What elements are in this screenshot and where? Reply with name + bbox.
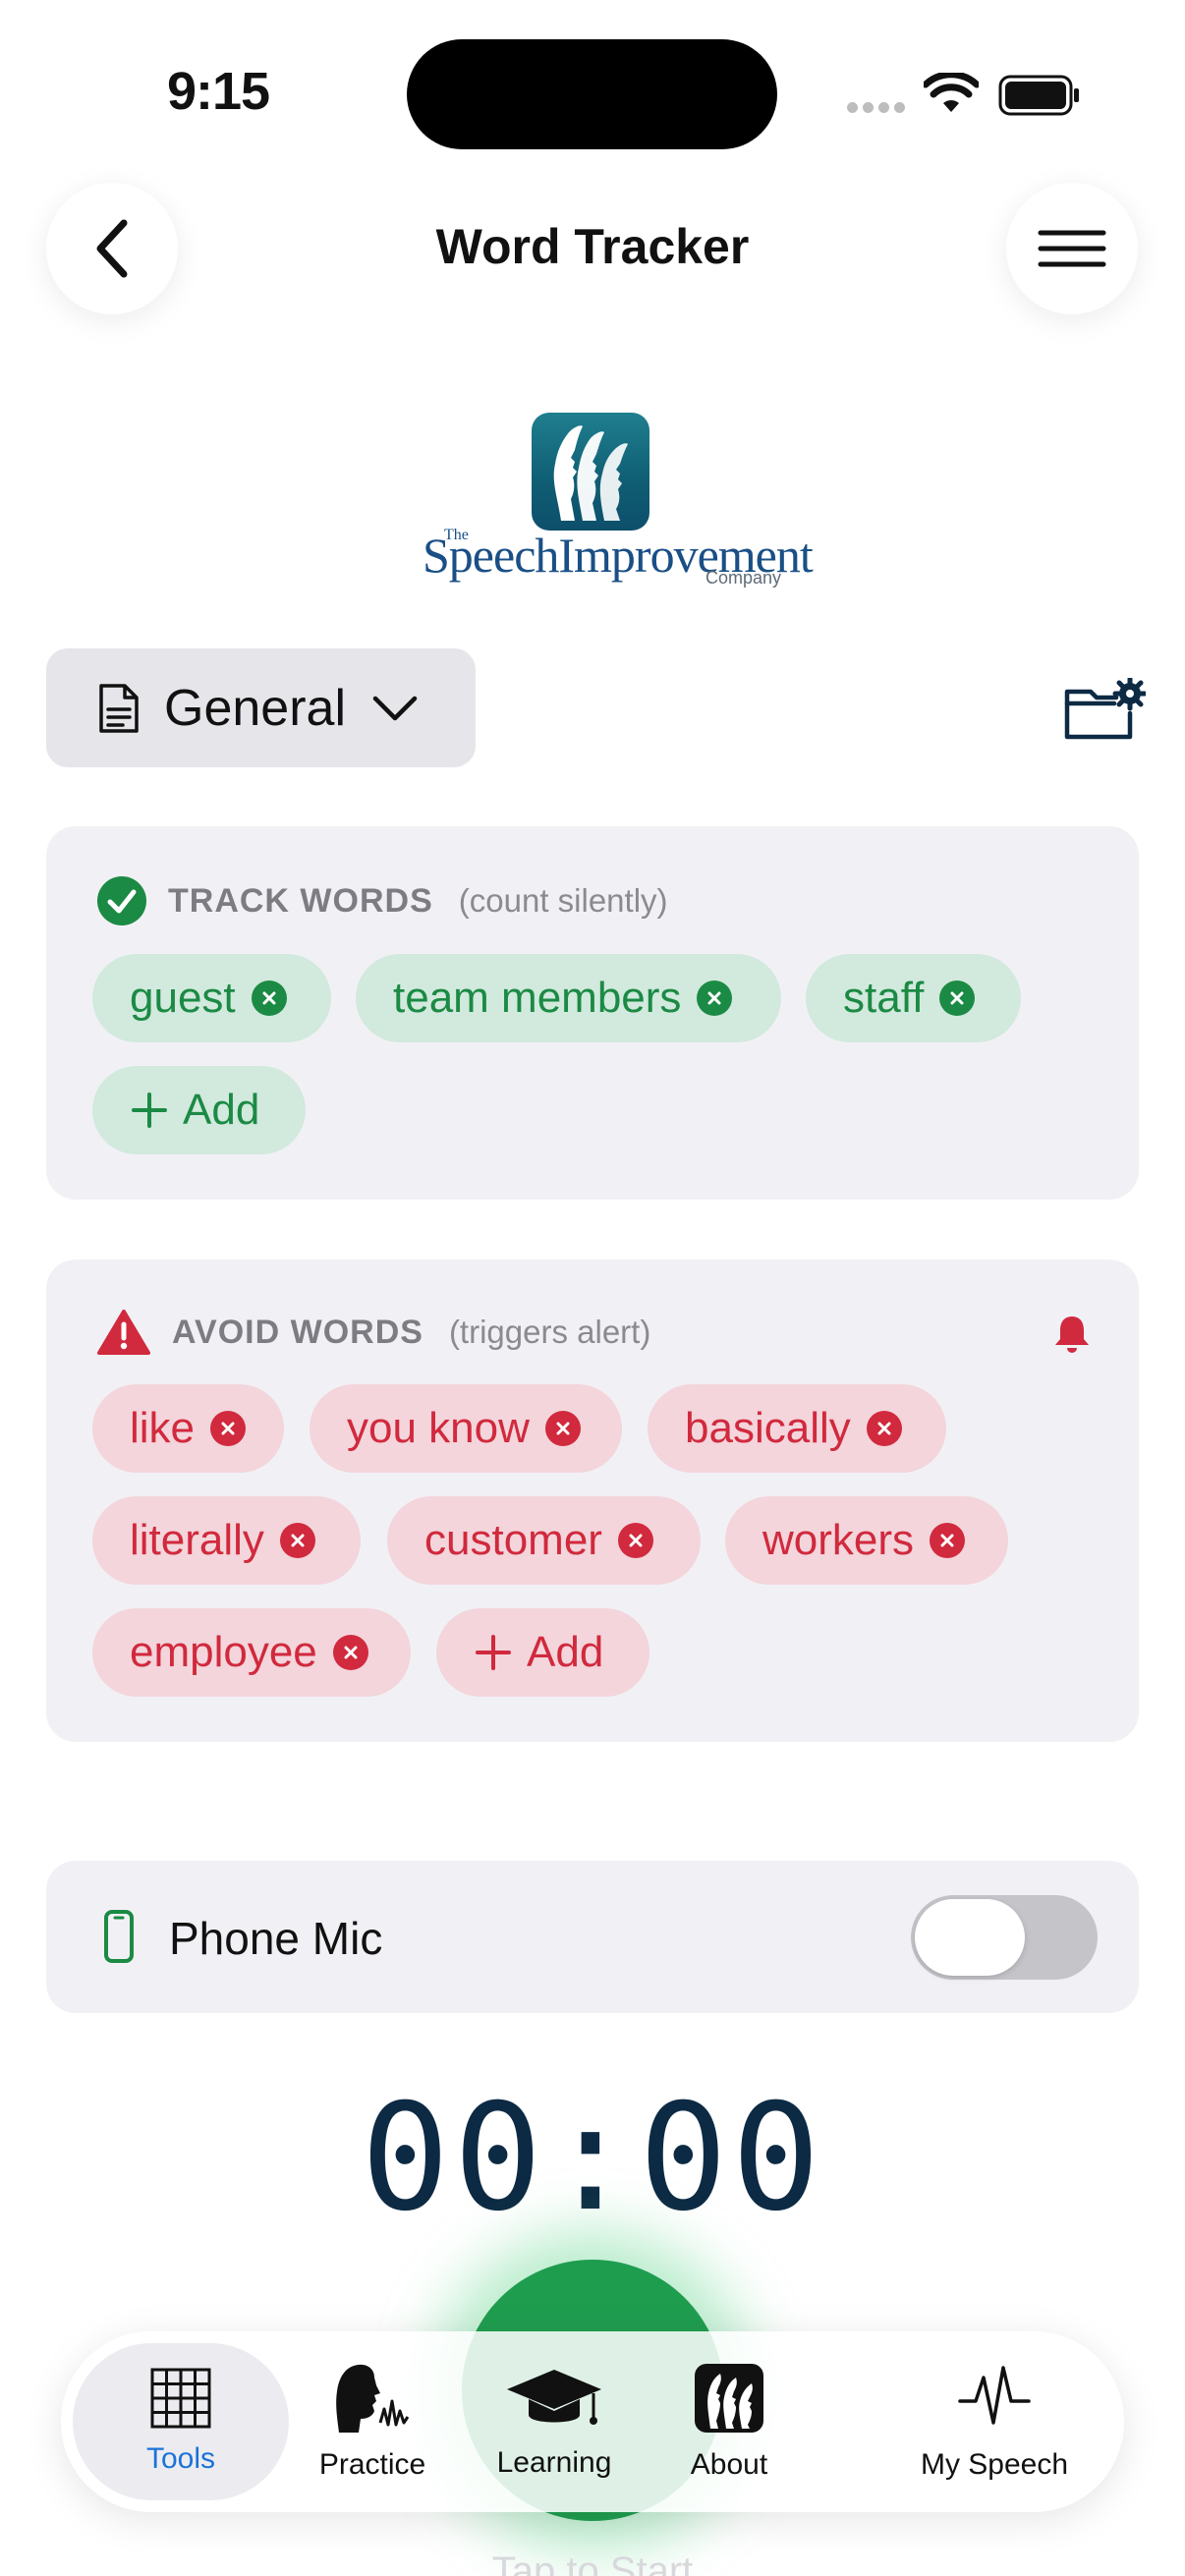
grid-icon [150, 2368, 211, 2429]
chip-label: basically [685, 1404, 851, 1452]
track-word-chip[interactable]: guest [92, 954, 331, 1042]
remove-chip-icon[interactable] [210, 1411, 247, 1446]
avoid-word-chip[interactable]: literally [92, 1496, 361, 1585]
chip-label: workers [762, 1516, 915, 1564]
warning-triangle-icon [97, 1310, 150, 1355]
remove-chip-icon[interactable] [279, 1523, 315, 1558]
avoid-words-subtitle: (triggers alert) [448, 1314, 651, 1350]
avoid-words-header: AVOID WORDS (triggers alert) [97, 1309, 650, 1356]
avoid-word-chip[interactable]: you know [310, 1384, 622, 1473]
mic-toggle[interactable] [911, 1895, 1098, 1980]
status-time: 9:15 [167, 62, 270, 121]
wifi-icon [924, 73, 979, 112]
chip-label: guest [130, 974, 236, 1022]
avoid-word-chip[interactable]: like [92, 1384, 284, 1473]
hamburger-icon [1038, 230, 1106, 267]
avoid-words-title: AVOID WORDS [172, 1313, 423, 1351]
avoid-word-chip[interactable]: customer [387, 1496, 701, 1585]
battery-icon [998, 75, 1079, 116]
menu-button[interactable] [1006, 183, 1138, 314]
speech-logo-icon [695, 2364, 763, 2433]
avoid-words-card: AVOID WORDS (triggers alert) like you kn… [46, 1260, 1139, 1742]
avoid-word-chip[interactable]: workers [725, 1496, 1008, 1585]
bell-icon[interactable] [1052, 1313, 1092, 1354]
chip-label: staff [843, 974, 925, 1022]
tab-about[interactable]: About [650, 2343, 808, 2500]
track-words-card: TRACK WORDS (count silently) guest team … [46, 826, 1139, 1200]
checkmark-circle-icon [97, 876, 146, 925]
add-track-word-button[interactable]: Add [92, 1066, 306, 1154]
company-logo-mark [532, 413, 649, 531]
plus-icon [476, 1635, 511, 1670]
folder-settings-icon[interactable] [1063, 678, 1146, 743]
session-timer: 00:00 [361, 2073, 824, 2244]
dynamic-island [407, 39, 777, 149]
chip-label: like [130, 1404, 196, 1452]
remove-chip-icon[interactable] [332, 1635, 368, 1670]
track-words-title: TRACK WORDS [168, 881, 433, 920]
chip-label: customer [424, 1516, 602, 1564]
cellular-signal-icon [847, 102, 905, 113]
chip-label: employee [130, 1628, 317, 1676]
remove-chip-icon[interactable] [697, 980, 733, 1016]
logo-company-text: Company [705, 568, 782, 588]
document-icon [99, 683, 139, 733]
start-hint: Tap to Start [491, 2549, 694, 2576]
remove-chip-icon[interactable] [930, 1523, 966, 1558]
chevron-down-icon [372, 696, 418, 720]
remove-chip-icon[interactable] [866, 1411, 902, 1446]
chip-label: team members [393, 974, 682, 1022]
toggle-knob [915, 1899, 1025, 1976]
tab-my-speech[interactable]: My Speech [886, 2343, 1102, 2500]
category-picker[interactable]: General [46, 648, 476, 767]
add-label: Add [183, 1086, 260, 1134]
tab-tools[interactable]: Tools [73, 2343, 289, 2500]
chip-label: you know [347, 1404, 530, 1452]
faces-logo-icon [553, 425, 628, 521]
tab-label: Learning [496, 2446, 612, 2479]
tab-label: Tools [145, 2442, 216, 2475]
tab-label: My Speech [920, 2448, 1069, 2481]
tab-label: About [690, 2448, 768, 2481]
mic-label: Phone Mic [169, 1913, 383, 1964]
track-words-header: TRACK WORDS (count silently) [97, 876, 668, 925]
phone-icon [104, 1910, 134, 1963]
avoid-word-chip[interactable]: basically [648, 1384, 946, 1473]
tab-learning[interactable]: Learning [466, 2343, 643, 2500]
remove-chip-icon[interactable] [617, 1523, 653, 1558]
tab-practice[interactable]: Practice [289, 2343, 456, 2500]
remove-chip-icon[interactable] [939, 980, 976, 1016]
tab-bar: Tools Practice Learning About My Speech [61, 2331, 1124, 2512]
plus-icon [132, 1092, 167, 1128]
mic-row: Phone Mic [46, 1861, 1139, 2013]
add-avoid-word-button[interactable]: Add [436, 1608, 649, 1697]
speaking-head-icon [336, 2364, 410, 2433]
avoid-word-chip[interactable]: employee [92, 1608, 411, 1697]
graduation-cap-icon [507, 2370, 601, 2425]
add-label: Add [527, 1628, 604, 1676]
category-picker-label: General [164, 679, 346, 737]
chip-label: literally [130, 1516, 264, 1564]
remove-chip-icon[interactable] [251, 980, 287, 1016]
tab-label: Practice [318, 2448, 426, 2481]
track-words-subtitle: (count silently) [458, 882, 668, 919]
waveform-icon [958, 2366, 1031, 2425]
track-word-chip[interactable]: team members [356, 954, 781, 1042]
track-word-chip[interactable]: staff [806, 954, 1021, 1042]
remove-chip-icon[interactable] [544, 1411, 581, 1446]
